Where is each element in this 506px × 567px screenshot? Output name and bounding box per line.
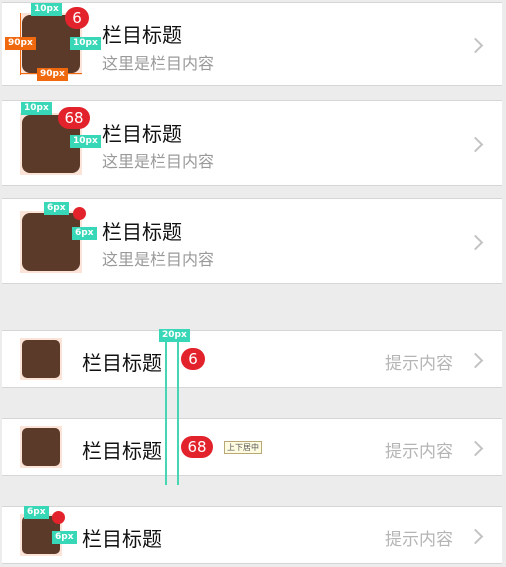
list-item[interactable]: 栏目标题 这里是栏目内容 [2, 198, 502, 284]
item-title: 栏目标题 [82, 439, 162, 463]
badge: 68 [181, 436, 213, 458]
spacing-annotation: 6px [72, 227, 97, 240]
item-subtitle: 这里是栏目内容 [102, 54, 215, 73]
item-title: 栏目标题 [102, 23, 182, 47]
badge: 6 [181, 348, 205, 370]
list-item[interactable]: 栏目标题 提示内容 [2, 506, 502, 564]
chevron-right-icon [467, 440, 484, 457]
chevron-right-icon [467, 234, 484, 251]
spacing-annotation: 10px [21, 102, 52, 115]
badge: 68 [58, 107, 90, 129]
chevron-right-icon [467, 136, 484, 153]
guide-line [177, 340, 179, 485]
item-title: 栏目标题 [82, 527, 162, 551]
item-subtitle: 这里是栏目内容 [102, 250, 215, 269]
hint-text: 提示内容 [385, 442, 453, 462]
notification-dot [52, 511, 65, 524]
item-title: 栏目标题 [102, 122, 182, 146]
thumbnail [22, 213, 80, 271]
item-title: 栏目标题 [82, 351, 162, 375]
spacing-annotation: 20px [159, 329, 190, 342]
hint-text: 提示内容 [385, 530, 453, 550]
spacing-annotation: 10px [70, 135, 101, 148]
spacing-annotation: 10px [70, 37, 101, 50]
item-subtitle: 这里是栏目内容 [102, 152, 215, 171]
list-item[interactable]: 栏目标题 6 提示内容 [2, 330, 502, 388]
notification-dot [73, 207, 86, 220]
spacing-annotation: 10px [31, 3, 62, 16]
thumbnail [22, 428, 60, 466]
thumbnail [22, 340, 60, 378]
chevron-right-icon [467, 528, 484, 545]
spacing-annotation: 6px [52, 531, 77, 544]
hint-text: 提示内容 [385, 354, 453, 374]
alignment-tag: 上下居中 [224, 441, 262, 454]
item-title: 栏目标题 [102, 220, 182, 244]
spacing-annotation: 6px [24, 506, 49, 519]
list-item[interactable]: 栏目标题 68 上下居中 提示内容 [2, 418, 502, 476]
badge: 6 [65, 7, 89, 29]
spacing-annotation: 6px [44, 202, 69, 215]
size-annotation: 90px [5, 37, 36, 50]
chevron-right-icon [467, 352, 484, 369]
guide-line [165, 340, 167, 485]
size-annotation: 90px [37, 68, 68, 81]
chevron-right-icon [467, 37, 484, 54]
